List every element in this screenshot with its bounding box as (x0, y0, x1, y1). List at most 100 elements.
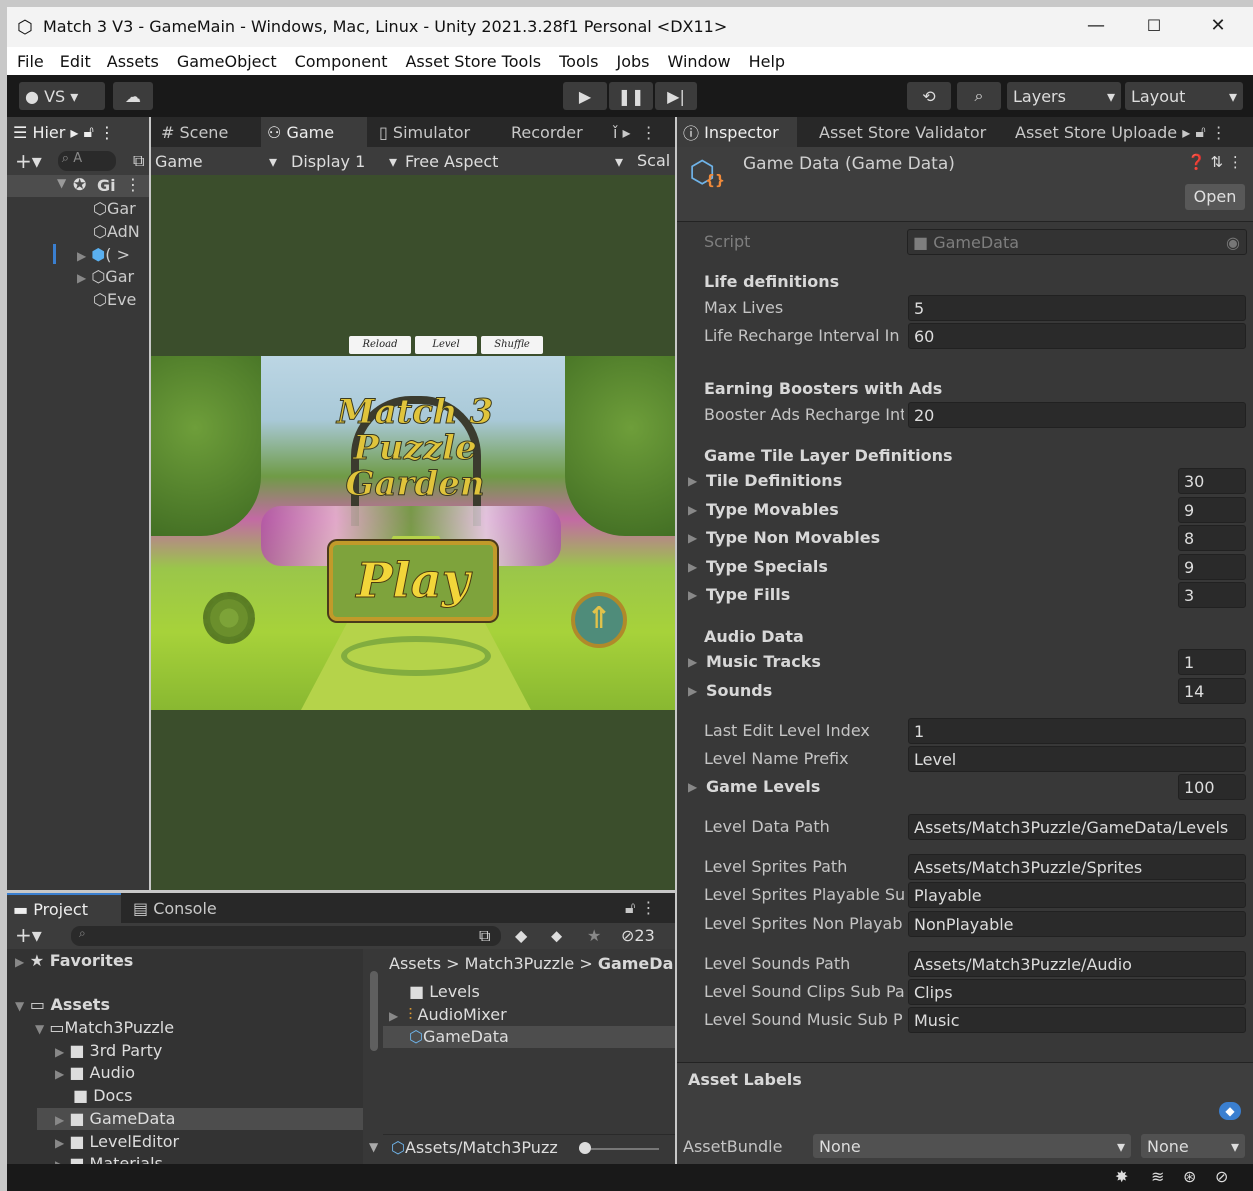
expand-icon[interactable]: ▶ (55, 1045, 64, 1059)
list-item[interactable]: ⬡AdN (93, 222, 140, 241)
game-levels-size[interactable]: 100 (1178, 774, 1246, 800)
icon-size-slider[interactable] (579, 1148, 659, 1150)
lock-icon[interactable]: 🔓︎ (84, 122, 94, 142)
list-item[interactable]: ⬡Gar (93, 199, 136, 218)
tree-item-gamedata[interactable]: ▶ ■ GameData (37, 1108, 363, 1130)
scale-slider-label[interactable]: Scal (637, 151, 670, 170)
layout-dropdown[interactable]: Layout ▾ (1125, 82, 1243, 110)
level-name-prefix-field[interactable]: Level (908, 746, 1246, 772)
slider-handle[interactable] (579, 1142, 591, 1154)
expand-icon[interactable]: ▶ (77, 249, 86, 263)
sounds-label[interactable]: Sounds (706, 681, 772, 700)
hierarchy-scene-row[interactable]: ▼ ✪ Gi ⋮ (7, 175, 149, 197)
level-sounds-path-field[interactable]: Assets/Match3Puzzle/Audio (908, 951, 1246, 977)
label-icon[interactable]: ⬥ (551, 926, 562, 946)
shuffle-button[interactable]: Shuffle (481, 336, 543, 354)
max-lives-field[interactable]: 5 (908, 295, 1246, 321)
music-tracks-label[interactable]: Music Tracks (706, 652, 821, 671)
type-non-movables-label[interactable]: Type Non Movables (706, 528, 880, 547)
expand-icon[interactable]: ▶ (688, 588, 697, 602)
expand-icon[interactable]: ▶ (688, 684, 697, 698)
list-item[interactable]: ■ Levels (409, 982, 480, 1001)
expand-icon[interactable]: ▶ (55, 1067, 64, 1081)
scrollbar-thumb[interactable] (370, 971, 378, 1051)
tree-item-audio[interactable]: ▶ ■ Audio (55, 1063, 135, 1082)
tree-item-docs[interactable]: ■ Docs (73, 1086, 132, 1105)
reload-button[interactable]: Reload (349, 336, 411, 354)
menu-help[interactable]: Help (749, 52, 785, 71)
expand-icon[interactable]: ▼ (35, 1022, 44, 1036)
maximize-icon[interactable]: ⧉ (133, 151, 144, 171)
menu-assets[interactable]: Assets (107, 52, 159, 71)
menu-jobs[interactable]: Jobs (617, 52, 650, 71)
minimize-button[interactable]: — (1081, 11, 1111, 41)
tree-item-assets[interactable]: ▼ ▭ Assets (15, 995, 110, 1014)
tab-scene[interactable]: # Scene (155, 117, 234, 147)
add-icon[interactable]: +▾ (15, 923, 42, 947)
expand-icon[interactable]: ▶ (688, 503, 697, 517)
game-viewport[interactable]: Reload Level Editor Shuffle Match 3 Puzz… (151, 175, 675, 890)
sound-clips-field[interactable]: Clips (908, 979, 1246, 1005)
level-sprites-path-field[interactable]: Assets/Match3Puzzle/Sprites (908, 854, 1246, 880)
sounds-size[interactable]: 14 (1178, 678, 1246, 704)
booster-recharge-field[interactable]: 20 (908, 402, 1246, 428)
sound-music-field[interactable]: Music (908, 1007, 1246, 1033)
expand-icon[interactable]: ▶ (389, 1009, 398, 1023)
tab-asset-store-validator[interactable]: Asset Store Validator (813, 117, 992, 147)
maximize-button[interactable]: ☐ (1139, 11, 1169, 41)
type-movables-size[interactable]: 9 (1178, 497, 1246, 523)
star-icon[interactable]: ★ (587, 926, 601, 945)
tree-item-match3puzzle[interactable]: ▼ ▭Match3Puzzle (35, 1018, 174, 1037)
settings-gear-icon[interactable] (203, 592, 255, 644)
more-icon[interactable]: ⋮ (125, 175, 141, 194)
window-title-bar[interactable]: ⬡ Match 3 V3 - GameMain - Windows, Mac, … (7, 7, 1253, 47)
tab-project[interactable]: ▬ Project (7, 893, 121, 923)
menu-component[interactable]: Component (295, 52, 388, 71)
life-recharge-field[interactable]: 60 (908, 323, 1246, 349)
last-edit-level-field[interactable]: 1 (908, 718, 1246, 744)
tab-game[interactable]: ⚇ Game (261, 117, 367, 147)
filter-type-icon[interactable]: ◆ (515, 926, 527, 945)
level-data-path-field[interactable]: Assets/Match3Puzzle/GameData/Levels (908, 814, 1246, 840)
assetbundle-variant-dropdown[interactable]: None ▾ (1141, 1134, 1245, 1158)
step-button[interactable]: ▶| (655, 82, 697, 110)
pause-button[interactable]: ❚❚ (609, 82, 653, 110)
game-view-dropdown[interactable]: Game ▾ (155, 149, 279, 173)
close-button[interactable]: ✕ (1203, 11, 1233, 41)
aspect-dropdown[interactable]: Free Aspect ▾ (405, 149, 623, 173)
layers-dropdown[interactable]: Layers ▾ (1007, 82, 1121, 110)
search-button[interactable]: ⌕ (957, 82, 1001, 110)
breadcrumb-item[interactable]: Assets (389, 954, 441, 973)
type-fills-label[interactable]: Type Fills (706, 585, 790, 604)
auto-generate-icon[interactable]: ⊛ (1183, 1167, 1196, 1186)
breadcrumb-item[interactable]: Match3Puzzle (465, 954, 575, 973)
list-item[interactable]: ▶ ⬡Gar (77, 267, 134, 286)
hidden-count[interactable]: ⊘23 (621, 926, 655, 945)
menu-window[interactable]: Window (668, 52, 731, 71)
sprites-nonplayable-field[interactable]: NonPlayable (908, 911, 1246, 937)
expand-icon[interactable]: ▼ (15, 999, 24, 1013)
sprites-playable-field[interactable]: Playable (908, 882, 1246, 908)
tree-item-3rd-party[interactable]: ▶ ■ 3rd Party (55, 1041, 162, 1060)
tree-item-leveleditor[interactable]: ▶ ■ LevelEditor (55, 1132, 179, 1151)
hierarchy-search-input[interactable]: ⌕ A (57, 151, 116, 171)
asset-labels-header[interactable]: Asset Labels (677, 1062, 1253, 1094)
expand-icon[interactable]: ▶ (688, 780, 697, 794)
type-non-movables-size[interactable]: 8 (1178, 525, 1246, 551)
expand-icon[interactable]: ▶ (688, 655, 697, 669)
upgrade-arrow-icon[interactable]: ⇑ (571, 592, 627, 648)
level-editor-button[interactable]: Level Editor (415, 336, 477, 368)
expand-icon[interactable]: ▶ (55, 1113, 64, 1127)
maximize-icon[interactable]: ⧉ (479, 926, 490, 946)
tag-icon[interactable]: ◆ (1219, 1102, 1241, 1120)
debug-bug-icon[interactable]: ✸ (1115, 1167, 1128, 1186)
undo-history-button[interactable]: ⟲ (907, 82, 951, 110)
help-icon[interactable]: ❓ (1187, 153, 1206, 171)
tree-item-materials[interactable]: ▶ ■ Materials (55, 1154, 163, 1164)
music-tracks-size[interactable]: 1 (1178, 649, 1246, 675)
lock-icon[interactable]: 🔓︎ ⋮ (619, 893, 662, 923)
menu-tools[interactable]: Tools (559, 52, 598, 71)
tab-console[interactable]: ▤ Console (127, 893, 223, 923)
expand-icon[interactable]: ▶ (55, 1136, 64, 1150)
assetbundle-dropdown[interactable]: None ▾ (813, 1134, 1131, 1158)
